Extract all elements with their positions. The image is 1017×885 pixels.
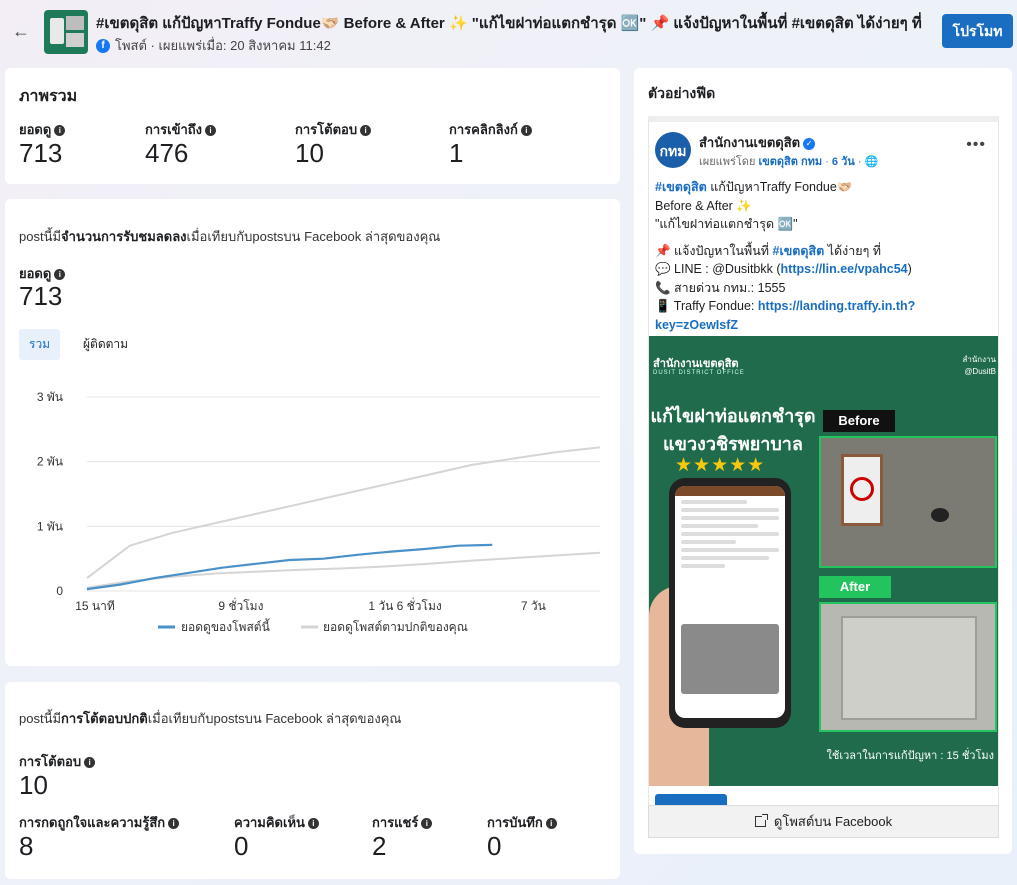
metric-engagement-label: การโต้ตอบ i bbox=[295, 119, 372, 140]
engagement-comparison-text: postนี้มีการโต้ตอบปกติเมื่อเทียบกับposts… bbox=[19, 711, 402, 726]
feed-preview-card: ตัวอย่างฟีด กทม สำนักงานเขตดุสิต ✓ เผยแพร… bbox=[634, 68, 1012, 854]
chart-y-tick-label: 2 พัน bbox=[37, 455, 63, 469]
post-thumbnail[interactable] bbox=[44, 10, 88, 54]
post-meta-text: โพสต์ · เผยแพร่เมื่อ: 20 สิงหาคม 11:42 bbox=[115, 38, 331, 53]
arrow-left-icon[interactable]: ← bbox=[10, 20, 32, 42]
metric-link-clicks-value: 1 bbox=[449, 138, 464, 168]
legend-label-typical: ยอดดูโพสต์ตามปกติของคุณ bbox=[323, 620, 468, 635]
more-options-icon[interactable]: ••• bbox=[966, 136, 986, 154]
reactions-label: การกดถูกใจและความรู้สึก i bbox=[19, 812, 180, 833]
info-icon[interactable]: i bbox=[205, 125, 217, 136]
page-sub-meta: เผยแพร่โดย เขตดุสิต กทม · 6 วัน · 🌐 bbox=[699, 156, 879, 168]
engagement-card: postนี้มีการโต้ตอบปกติเมื่อเทียบกับposts… bbox=[5, 682, 620, 879]
chart-x-tick-label: 15 นาที bbox=[75, 599, 115, 613]
image-office-sub: DUSIT DISTRICT OFFICE bbox=[653, 370, 745, 376]
info-icon[interactable]: i bbox=[84, 757, 96, 768]
feed-preview-title: ตัวอย่างฟีด bbox=[648, 85, 716, 101]
info-icon[interactable]: i bbox=[360, 125, 372, 136]
image-before-photo bbox=[819, 436, 997, 568]
info-icon[interactable]: i bbox=[545, 818, 557, 829]
metric-views-label: ยอดดู i bbox=[19, 119, 66, 140]
saves-value: 0 bbox=[487, 831, 502, 861]
chart-y-tick-label: 1 พัน bbox=[37, 519, 63, 533]
globe-icon: 🌐 bbox=[864, 156, 879, 168]
info-icon[interactable]: i bbox=[54, 269, 66, 280]
saves-label: การบันทึก i bbox=[487, 812, 557, 833]
page-avatar[interactable]: กทม bbox=[655, 132, 691, 168]
info-icon[interactable]: i bbox=[520, 125, 532, 136]
image-before-label: Before bbox=[823, 410, 895, 432]
line-link[interactable]: https://lin.ee/vpahc54 bbox=[781, 262, 908, 276]
info-icon[interactable]: i bbox=[421, 818, 433, 829]
chart-x-tick-label: 1 วัน 6 ชั่วโมง bbox=[368, 597, 441, 613]
legend-label-this-post: ยอดดูของโพสต์นี้ bbox=[181, 618, 270, 635]
engagement-metric-value: 10 bbox=[19, 770, 48, 800]
chart-x-tick-label: 9 ชั่วโมง bbox=[218, 597, 263, 613]
promote-button[interactable]: โปรโมท bbox=[942, 14, 1013, 48]
verified-badge-icon: ✓ bbox=[803, 138, 816, 150]
comments-label: ความคิดเห็น i bbox=[234, 812, 319, 833]
info-icon[interactable]: i bbox=[168, 818, 180, 829]
image-social-handles: สำนักงาน @DusitB bbox=[962, 355, 996, 376]
shares-label: การแชร์ i bbox=[372, 812, 433, 833]
comments-value: 0 bbox=[234, 831, 249, 861]
post-meta: f โพสต์ · เผยแพร่เมื่อ: 20 สิงหาคม 11:42 bbox=[96, 35, 331, 56]
chart-series-typical-posts bbox=[86, 551, 601, 589]
engagement-metric-label: การโต้ตอบ i bbox=[19, 751, 96, 772]
post-header: ← #เขตดุสิต แก้ปัญหาTraffy Fondue🫱🏻‍🫲🏼 B… bbox=[0, 0, 1017, 64]
overview-title: ภาพรวม bbox=[19, 88, 78, 105]
reactions-value: 8 bbox=[19, 831, 34, 861]
page-name[interactable]: สำนักงานเขตดุสิต ✓ bbox=[699, 132, 816, 153]
image-headline: แก้ไขฝาท่อแตกชำรุด แขวงวชิรพยาบาล bbox=[650, 406, 816, 454]
tab-total[interactable]: รวม bbox=[19, 329, 61, 360]
views-metric-value: 713 bbox=[19, 281, 63, 311]
view-on-facebook-button[interactable]: ดูโพสต์บน Facebook bbox=[648, 805, 999, 838]
feed-post-preview: กทม สำนักงานเขตดุสิต ✓ เผยแพร่โดย เขตดุสิ… bbox=[648, 116, 999, 836]
metric-views-value: 713 bbox=[19, 138, 63, 168]
tab-followers[interactable]: ผู้ติดตาม bbox=[73, 329, 138, 360]
post-title: #เขตดุสิต แก้ปัญหาTraffy Fondue🫱🏻‍🫲🏼 Bef… bbox=[96, 15, 922, 32]
metric-link-clicks-label: การคลิกลิงก์ i bbox=[449, 119, 532, 140]
post-image[interactable]: สำนักงานเขตดุสิต DUSIT DISTRICT OFFICE ส… bbox=[649, 336, 998, 786]
views-card: postนี้มีจำนวนการรับชมลดลงเมื่อเทียบกับp… bbox=[5, 199, 620, 666]
metric-reach-value: 476 bbox=[145, 138, 189, 168]
external-link-icon bbox=[754, 814, 768, 827]
image-phone bbox=[669, 478, 791, 728]
chart-series-typical-posts bbox=[86, 446, 601, 579]
chart-x-tick-label: 7 วัน bbox=[521, 599, 546, 613]
facebook-icon: f bbox=[96, 38, 110, 53]
image-caption: ใช้เวลาในการแก้ปัญหา : 15 ชั่วโมง bbox=[826, 750, 995, 762]
metric-engagement-value: 10 bbox=[295, 138, 324, 168]
image-stars: ★★★★★ bbox=[675, 455, 766, 476]
hashtag-link[interactable]: #เขตดุสิต bbox=[773, 244, 825, 258]
metric-reach-label: การเข้าถึง i bbox=[145, 119, 217, 140]
post-body-text: #เขตดุสิต แก้ปัญหาTraffy Fondue🫱🏻‍🫲🏼 Bef… bbox=[655, 180, 916, 332]
chart-series-this-post bbox=[86, 543, 493, 591]
image-after-photo bbox=[819, 602, 997, 732]
image-after-label: After bbox=[819, 576, 891, 598]
thumbnail-phone bbox=[50, 18, 64, 44]
chart-y-tick-label: 3 พัน bbox=[37, 390, 63, 404]
info-icon[interactable]: i bbox=[54, 125, 66, 136]
views-line-chart: 3 พัน 2 พัน 1 พัน 0 15 นาที 9 ชั่วโมง 1 วัน 6 … bbox=[37, 390, 601, 635]
thumbnail-photo-after bbox=[66, 33, 84, 47]
info-icon[interactable]: i bbox=[307, 818, 319, 829]
thumbnail-photo-before bbox=[66, 16, 84, 30]
views-comparison-text: postนี้มีจำนวนการรับชมลดลงเมื่อเทียบกับp… bbox=[19, 229, 441, 244]
shares-value: 2 bbox=[372, 831, 387, 861]
chart-y-tick-label: 0 bbox=[56, 584, 63, 598]
overview-card: ภาพรวม ยอดดู i 713 การเข้าถึง i 476 การโต้… bbox=[5, 68, 620, 184]
